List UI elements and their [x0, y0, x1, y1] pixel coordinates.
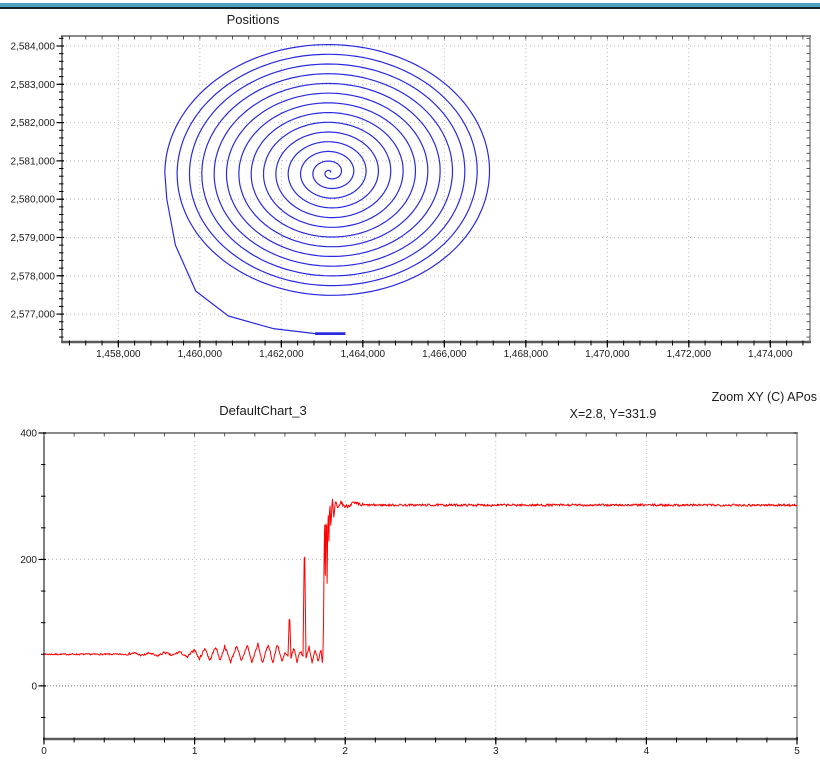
x-tick-label: 2 — [342, 746, 348, 757]
chart2-corner-label: Zoom XY (C) APos — [712, 390, 817, 404]
x-tick-label: 3 — [493, 746, 499, 757]
x-tick-label: 1,468,000 — [504, 349, 549, 360]
x-tick-label: 1,472,000 — [667, 349, 712, 360]
y-tick-label: 2,582,000 — [11, 118, 56, 129]
x-tick-label: 1,462,000 — [259, 349, 304, 360]
chart2-title: DefaultChart_3 — [219, 403, 306, 418]
x-tick-label: 1,466,000 — [422, 349, 467, 360]
y-tick-label: 2,580,000 — [11, 195, 56, 206]
positions-plot: 2,577,000 2,578,000 2,579,000 2,580,000 2,58… — [11, 36, 812, 360]
defaultchart3-plot: 0 200 400 0 1 2 3 4 5 — [20, 429, 800, 758]
x-tick-label: 1,460,000 — [178, 349, 223, 360]
positions-spiral-trace — [165, 45, 490, 334]
y-tick-label: 200 — [20, 555, 37, 566]
defaultchart3-signal-trace — [44, 499, 797, 663]
y-tick-label: 400 — [20, 429, 37, 440]
y-tick-label: 2,581,000 — [11, 156, 56, 167]
x-tick-label: 4 — [644, 746, 650, 757]
y-tick-label: 2,579,000 — [11, 233, 56, 244]
x-tick-label: 1,470,000 — [585, 349, 630, 360]
x-tick-label: 5 — [794, 746, 800, 757]
x-tick-label: 1,464,000 — [341, 349, 386, 360]
charts-canvas[interactable]: 2,577,000 2,578,000 2,579,000 2,580,000 2,58… — [0, 0, 820, 761]
chart1-title: Positions — [227, 12, 280, 27]
x-tick-label: 1 — [192, 746, 198, 757]
x-tick-label: 0 — [41, 746, 47, 757]
y-tick-label: 2,577,000 — [11, 310, 56, 321]
y-tick-label: 2,583,000 — [11, 80, 56, 91]
y-tick-label: 2,578,000 — [11, 271, 56, 282]
chart2-cursor-readout: X=2.8, Y=331.9 — [570, 407, 657, 421]
y-tick-label: 0 — [31, 681, 37, 692]
x-tick-label: 1,458,000 — [96, 349, 141, 360]
x-tick-label: 1,474,000 — [748, 349, 793, 360]
y-tick-label: 2,584,000 — [11, 41, 56, 52]
